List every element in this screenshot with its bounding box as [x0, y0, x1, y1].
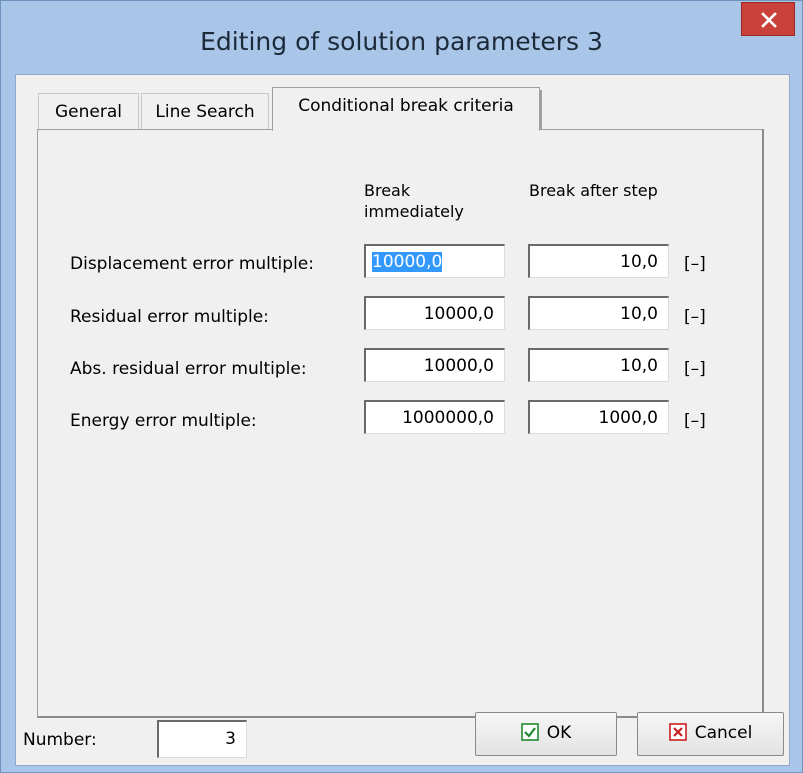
cancel-x-icon: [668, 723, 687, 741]
unit-label: [–]: [684, 411, 706, 431]
row-label-energy: Energy error multiple:: [70, 411, 257, 431]
tab-label: Conditional break criteria: [298, 96, 514, 116]
dialog-client: General Line Search Conditional break cr…: [15, 74, 790, 766]
tab-label: Line Search: [155, 102, 255, 122]
tab-conditional-break-criteria[interactable]: Conditional break criteria: [272, 87, 542, 131]
tab-general[interactable]: General: [38, 93, 139, 129]
row-label-abs-residual: Abs. residual error multiple:: [70, 359, 307, 379]
energy-break-after-step-field[interactable]: 1000,0: [528, 400, 669, 434]
residual-break-immediately-field[interactable]: 10000,0: [364, 296, 505, 330]
ok-label: OK: [546, 723, 572, 743]
cancel-label: Cancel: [694, 723, 753, 743]
column-header-break-after-step: Break after step: [529, 181, 658, 200]
ok-button[interactable]: OK: [475, 712, 617, 756]
dialog-window: Editing of solution parameters 3 General…: [0, 0, 803, 773]
cancel-button[interactable]: Cancel: [637, 712, 784, 756]
close-button[interactable]: [741, 2, 795, 36]
abs-residual-break-after-step-field[interactable]: 10,0: [528, 348, 669, 382]
tab-label: General: [55, 102, 122, 122]
residual-break-after-step-field[interactable]: 10,0: [528, 296, 669, 330]
number-field[interactable]: 3: [157, 720, 247, 758]
close-icon: [761, 12, 777, 28]
row-label-residual: Residual error multiple:: [70, 307, 269, 327]
displacement-break-after-step-field[interactable]: 10,0: [528, 244, 669, 278]
unit-label: [–]: [684, 307, 706, 327]
check-icon: [520, 723, 539, 741]
abs-residual-break-immediately-field[interactable]: 10000,0: [364, 348, 505, 382]
column-header-break-immediately: Break immediately: [364, 181, 464, 221]
unit-label: [–]: [684, 359, 706, 379]
displacement-break-immediately-field[interactable]: 10000,0: [364, 244, 505, 278]
tab-line-search[interactable]: Line Search: [141, 93, 269, 129]
number-label: Number:: [23, 730, 97, 750]
energy-break-immediately-field[interactable]: 1000000,0: [364, 400, 505, 434]
window-title: Editing of solution parameters 3: [200, 27, 603, 56]
selected-text: 10000,0: [372, 252, 443, 272]
unit-label: [–]: [684, 254, 706, 274]
row-label-displacement: Displacement error multiple:: [70, 254, 314, 274]
tab-panel: Break immediately Break after step Displ…: [37, 129, 764, 718]
